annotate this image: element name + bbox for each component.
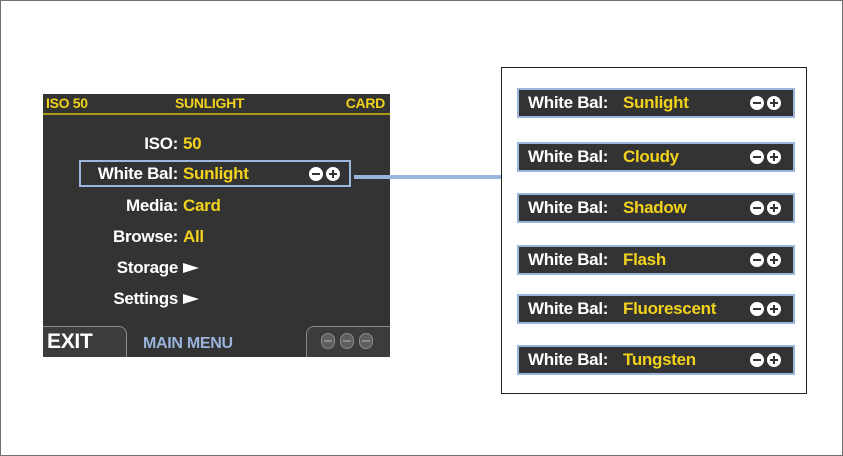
arrow-right-icon [183, 294, 199, 304]
menu-item-settings[interactable]: Settings [43, 286, 390, 312]
menu-label: Media: [125, 196, 178, 215]
menu-label: White Bal: [97, 164, 178, 183]
option-value: Fluorescent [623, 299, 717, 318]
status-bar: ISO 50 SUNLIGHT CARD [43, 94, 390, 115]
menu-item-storage[interactable]: Storage [43, 255, 390, 281]
minus-icon[interactable] [309, 167, 323, 181]
adjust-icons [750, 150, 784, 164]
option-label: White Bal: [528, 93, 609, 112]
option-label: White Bal: [528, 198, 609, 217]
plus-icon[interactable] [767, 353, 781, 367]
option-flash[interactable]: White Bal: Flash [517, 245, 795, 275]
option-value: Shadow [623, 198, 687, 217]
minus-icon[interactable] [750, 353, 764, 367]
menu-value: Card [183, 196, 221, 215]
status-media: CARD [345, 95, 386, 111]
plus-icon[interactable] [767, 302, 781, 316]
camera-lcd-screen: ISO 50 SUNLIGHT CARD ISO: 50 White Bal: … [43, 94, 390, 357]
plus-icon[interactable] [767, 253, 781, 267]
white-balance-options-panel: White Bal: Sunlight White Bal: Cloudy Wh… [501, 67, 807, 394]
adjust-icons [750, 353, 784, 367]
dial-icon [321, 333, 335, 349]
menu-value: 50 [183, 134, 202, 153]
option-shadow[interactable]: White Bal: Shadow [517, 193, 795, 223]
menu-item-white-balance[interactable]: White Bal: Sunlight [43, 161, 390, 187]
adjust-icons [750, 302, 784, 316]
dial-controls[interactable] [306, 326, 390, 357]
minus-icon[interactable] [750, 150, 764, 164]
menu-label: Storage [116, 258, 179, 277]
adjust-icons [750, 201, 784, 215]
option-label: White Bal: [528, 350, 609, 369]
option-value: Cloudy [623, 147, 679, 166]
plus-icon[interactable] [767, 150, 781, 164]
bottom-bar: EXIT MAIN MENU [43, 325, 390, 357]
dial-icon [359, 333, 373, 349]
adjust-icons [750, 96, 784, 110]
plus-icon[interactable] [767, 201, 781, 215]
minus-icon[interactable] [750, 253, 764, 267]
menu-item-iso[interactable]: ISO: 50 [43, 131, 390, 157]
option-label: White Bal: [528, 299, 609, 318]
minus-icon[interactable] [750, 96, 764, 110]
option-label: White Bal: [528, 147, 609, 166]
menu-value: All [183, 227, 204, 246]
plus-icon[interactable] [767, 96, 781, 110]
menu-title: MAIN MENU [143, 335, 233, 352]
status-iso: ISO 50 [46, 95, 88, 111]
option-tungsten[interactable]: White Bal: Tungsten [517, 345, 795, 375]
menu-label: ISO: [144, 134, 178, 153]
plus-icon[interactable] [326, 167, 340, 181]
adjust-icons [309, 167, 343, 181]
option-cloudy[interactable]: White Bal: Cloudy [517, 142, 795, 172]
menu-value: Sunlight [183, 164, 249, 183]
option-fluorescent[interactable]: White Bal: Fluorescent [517, 294, 795, 324]
menu-item-browse[interactable]: Browse: All [43, 224, 390, 250]
minus-icon[interactable] [750, 201, 764, 215]
minus-icon[interactable] [750, 302, 764, 316]
dial-icon [340, 333, 354, 349]
option-value: Sunlight [623, 93, 689, 112]
arrow-right-icon [183, 263, 199, 273]
option-value: Flash [623, 250, 666, 269]
menu-item-media[interactable]: Media: Card [43, 193, 390, 219]
option-label: White Bal: [528, 250, 609, 269]
exit-button[interactable]: EXIT [43, 326, 127, 357]
adjust-icons [750, 253, 784, 267]
menu-label: Settings [113, 289, 178, 308]
option-sunlight[interactable]: White Bal: Sunlight [517, 88, 795, 118]
menu-label: Browse: [113, 227, 178, 246]
option-value: Tungsten [623, 350, 696, 369]
callout-connector-line [354, 175, 502, 179]
status-white-balance: SUNLIGHT [175, 95, 245, 111]
